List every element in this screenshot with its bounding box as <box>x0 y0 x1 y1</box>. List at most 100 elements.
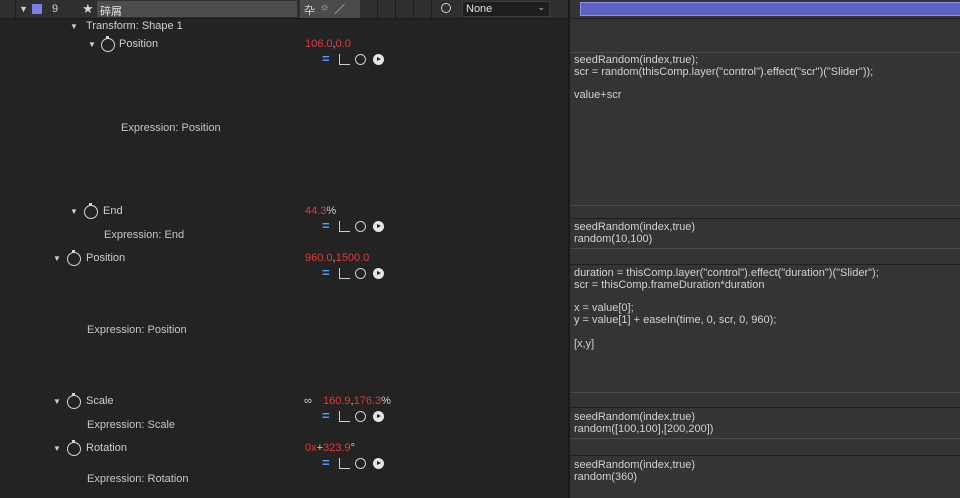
expression-field-shape-position[interactable]: seedRandom(index,true); scr = random(thi… <box>574 54 873 102</box>
scale-unit: % <box>381 395 391 407</box>
play-icon[interactable] <box>373 411 384 422</box>
switch-cell-b[interactable] <box>378 0 396 18</box>
rotation-twirl-down-icon[interactable]: ▼ <box>53 444 61 453</box>
expression-controls: = <box>322 456 384 470</box>
scale-expression-label: Expression: Scale <box>87 419 176 431</box>
expression-controls: = <box>322 409 384 423</box>
scale-twirl-down-icon[interactable]: ▼ <box>53 397 61 406</box>
pickwhip-icon[interactable] <box>355 268 366 279</box>
play-icon[interactable] <box>373 221 384 232</box>
divider <box>570 218 960 219</box>
spiral-icon[interactable] <box>441 3 451 13</box>
layer-label-color[interactable] <box>32 4 42 14</box>
graph-icon[interactable] <box>339 54 350 65</box>
shape-position-value[interactable]: 106.0,0.0 <box>305 38 351 50</box>
scale-label: Scale <box>86 395 114 407</box>
pickwhip-icon[interactable] <box>355 411 366 422</box>
stopwatch-icon[interactable] <box>84 203 98 219</box>
divider <box>570 455 960 456</box>
pickwhip-icon[interactable] <box>355 54 366 65</box>
end-label: End <box>103 205 123 217</box>
layer-name-field[interactable]: 碎屑 <box>97 1 297 18</box>
parent-dropdown[interactable]: None ⌄ <box>462 1 550 17</box>
rotation-degrees[interactable]: 323.9 <box>323 442 351 454</box>
layer-name: 碎屑 <box>100 6 122 18</box>
effect-icon[interactable]: ／ <box>334 1 345 17</box>
divider <box>570 18 960 19</box>
divider <box>570 248 960 249</box>
stopwatch-icon[interactable] <box>67 393 81 409</box>
switch-cell-c[interactable] <box>396 0 414 18</box>
layer-row[interactable]: ▼ 9 ★ 碎屑 卆 ☼ ／ None ⌄ <box>0 0 568 19</box>
graph-icon[interactable] <box>339 221 350 232</box>
play-icon[interactable] <box>373 458 384 469</box>
equals-icon[interactable]: = <box>322 456 333 469</box>
play-icon[interactable] <box>373 54 384 65</box>
expression-controls: = <box>322 219 384 233</box>
rotation-unit: ° <box>350 442 355 454</box>
switch-cell-a[interactable] <box>360 0 378 18</box>
layer-twirl-down-icon[interactable]: ▼ <box>19 4 28 14</box>
equals-icon[interactable]: = <box>322 266 333 279</box>
equals-icon[interactable]: = <box>322 409 333 422</box>
shape-position-x[interactable]: 106.0 <box>305 38 333 50</box>
expression-controls: = <box>322 52 384 66</box>
expression-field-end[interactable]: seedRandom(index,true) random(10,100) <box>574 221 695 246</box>
transform-twirl-down-icon[interactable]: ▼ <box>70 22 78 31</box>
end-twirl-down-icon[interactable]: ▼ <box>70 207 78 216</box>
rotation-label: Rotation <box>86 442 127 454</box>
layer-index: 9 <box>52 3 59 15</box>
rotation-value[interactable]: 0x+323.9° <box>305 442 355 454</box>
divider <box>570 392 960 393</box>
position-value[interactable]: 960.0,1500.0 <box>305 252 369 264</box>
link-icon[interactable]: ∞ <box>304 395 312 407</box>
transform-group-label: Transform: Shape 1 <box>86 20 183 32</box>
divider <box>570 264 960 265</box>
rotation-expression-label: Expression: Rotation <box>87 473 189 485</box>
stopwatch-icon[interactable] <box>67 250 81 266</box>
scale-x[interactable]: 160.9 <box>323 395 351 407</box>
layer-duration-bar[interactable] <box>580 2 960 16</box>
play-icon[interactable] <box>373 268 384 279</box>
position-expression-label: Expression: Position <box>87 324 187 336</box>
stopwatch-icon[interactable] <box>67 440 81 456</box>
scale-y[interactable]: 176.3 <box>354 395 382 407</box>
shape-position-expression-label: Expression: Position <box>121 122 221 134</box>
shape-position-y[interactable]: 0.0 <box>336 38 351 50</box>
parent-value: None <box>466 3 493 15</box>
quality-icon[interactable]: ☼ <box>320 2 329 13</box>
shape-position-label: Position <box>119 38 159 50</box>
position-x[interactable]: 960.0 <box>305 252 333 264</box>
divider <box>570 52 960 53</box>
expression-field-rotation[interactable]: seedRandom(index,true) random(360) <box>574 459 695 484</box>
scale-value[interactable]: 160.9,176.3% <box>323 395 391 407</box>
video-toggle-cell[interactable] <box>0 0 16 18</box>
graph-icon[interactable] <box>339 268 350 279</box>
stopwatch-icon[interactable] <box>101 36 115 52</box>
expression-field-scale[interactable]: seedRandom(index,true) random([100,100],… <box>574 411 713 436</box>
position-y[interactable]: 1500.0 <box>336 252 370 264</box>
star-icon: ★ <box>82 1 94 16</box>
graph-icon[interactable] <box>339 411 350 422</box>
divider <box>570 407 960 408</box>
pickwhip-icon[interactable] <box>355 221 366 232</box>
equals-icon[interactable]: = <box>322 219 333 232</box>
switch-cell-d[interactable] <box>414 0 432 18</box>
graph-icon[interactable] <box>339 458 350 469</box>
position-label: Position <box>86 252 126 264</box>
end-unit: % <box>326 205 337 217</box>
end-expression-label: Expression: End <box>104 229 185 241</box>
chevron-down-icon: ⌄ <box>537 2 545 12</box>
divider <box>570 205 960 206</box>
position-twirl-down-icon[interactable]: ▼ <box>53 254 61 263</box>
rotation-turns[interactable]: 0x <box>305 442 317 454</box>
expression-controls: = <box>322 266 384 280</box>
equals-icon[interactable]: = <box>322 52 333 65</box>
pickwhip-icon[interactable] <box>355 458 366 469</box>
shape-position-twirl-down-icon[interactable]: ▼ <box>88 40 96 49</box>
expression-field-position[interactable]: duration = thisComp.layer("control").eff… <box>574 267 879 351</box>
end-percent[interactable]: 44.3 <box>305 205 326 217</box>
end-value[interactable]: 44.3% <box>305 205 336 217</box>
timeline-pane: seedRandom(index,true); scr = random(thi… <box>568 0 960 498</box>
shy-icon[interactable]: 卆 <box>304 2 315 18</box>
